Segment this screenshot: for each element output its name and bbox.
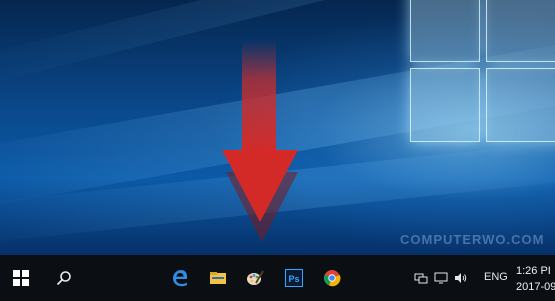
- taskbar: Ps ENG 1:26 PI 2017-09: [0, 255, 555, 301]
- chrome-button[interactable]: [320, 255, 344, 301]
- start-button[interactable]: [8, 255, 34, 301]
- file-explorer-button[interactable]: [206, 255, 230, 301]
- volume-icon[interactable]: [454, 271, 468, 285]
- photoshop-button[interactable]: Ps: [282, 255, 306, 301]
- clock-date: 2017-09: [516, 281, 555, 293]
- system-tray: [414, 255, 468, 301]
- paint-palette-icon: [247, 270, 264, 285]
- photoshop-icon: Ps: [285, 269, 303, 287]
- language-indicator[interactable]: ENG: [484, 271, 508, 283]
- edge-icon: [173, 270, 188, 287]
- windows-logo-icon: [13, 270, 29, 286]
- search-button[interactable]: [52, 255, 76, 301]
- search-icon: [56, 271, 71, 286]
- folder-icon: [210, 272, 226, 284]
- edge-button[interactable]: [168, 255, 192, 301]
- chrome-icon: [323, 270, 341, 287]
- clock-time: 1:26 PI: [516, 265, 551, 277]
- clock[interactable]: 1:26 PI 2017-09: [516, 263, 555, 295]
- arrow-shaft: [242, 40, 276, 155]
- action-center-icon[interactable]: [434, 271, 448, 285]
- paint-app-icon[interactable]: [243, 255, 267, 301]
- desktop-wallpaper: COMPUTERWO.COM: [0, 0, 555, 255]
- photoshop-label: Ps: [288, 274, 299, 284]
- red-arrow-annotation: [222, 40, 298, 242]
- network-icon[interactable]: [414, 271, 428, 285]
